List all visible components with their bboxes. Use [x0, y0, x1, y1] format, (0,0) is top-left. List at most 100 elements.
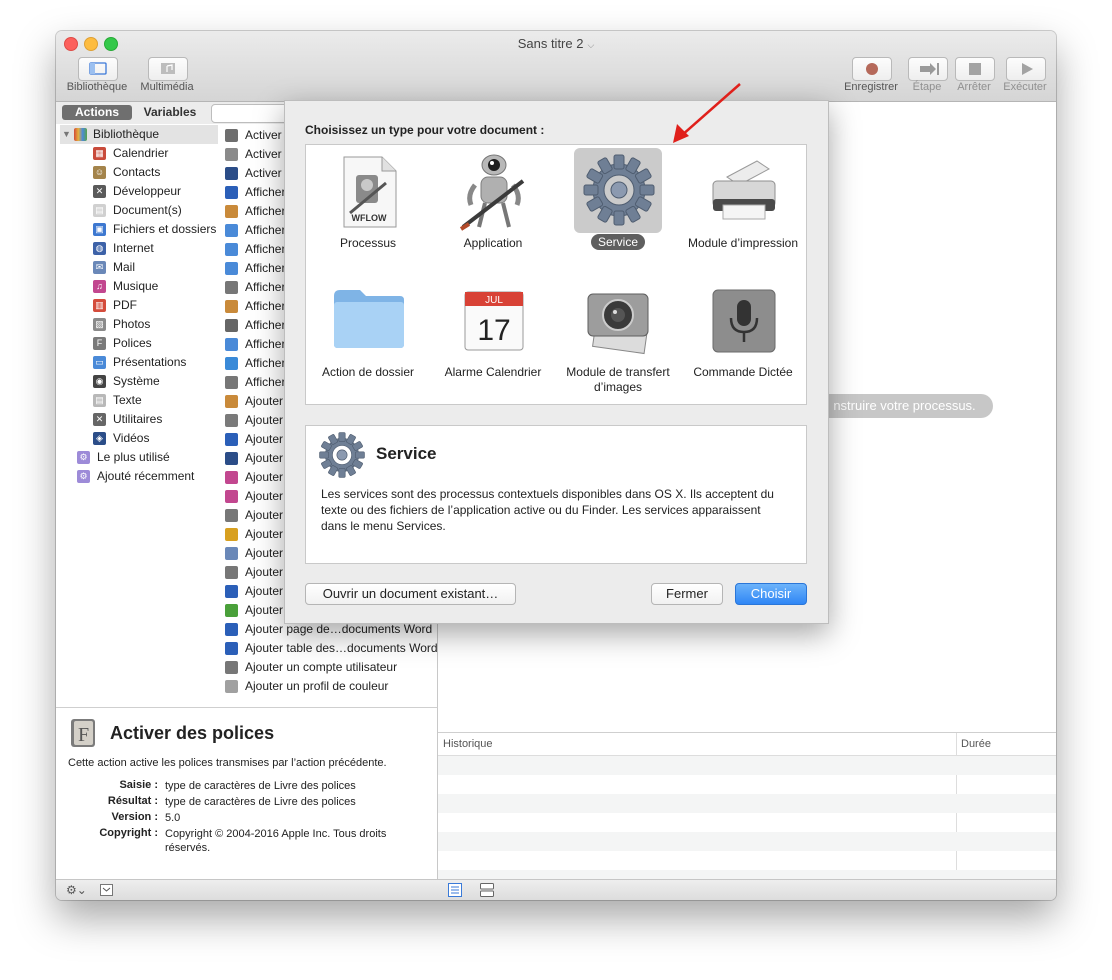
sidebar-item-label: Fichiers et dossiers [113, 222, 217, 236]
sidebar-item[interactable]: F Polices [56, 334, 216, 353]
sidebar-item[interactable]: ◈ Vidéos [56, 429, 216, 448]
smart-folder-icon: ⚙ [77, 470, 90, 483]
action-icon [225, 338, 238, 351]
action-item-label: Ajouter [245, 508, 284, 522]
type-print-plugin[interactable]: Module d’impression [681, 145, 805, 273]
microphone-icon [712, 289, 776, 353]
printer-icon [712, 160, 776, 220]
action-item-label: Afficher [245, 223, 286, 237]
document-type-grid: WFLOW Processus Application Service Modu… [305, 144, 807, 405]
type-label: Module d’impression [687, 236, 799, 250]
history-column[interactable]: Historique [443, 738, 493, 750]
stop-icon [969, 63, 981, 75]
meta-key-version: Version : [111, 811, 158, 823]
window-title[interactable]: Sans titre 2 ⌵ [56, 36, 1056, 51]
sidebar-item[interactable]: ▭ Présentations [56, 353, 216, 372]
type-label: Alarme Calendrier [444, 365, 542, 379]
sidebar-item-library[interactable]: ▼ Bibliothèque [60, 125, 218, 144]
tab-variables[interactable]: Variables [134, 105, 206, 120]
svg-text:17: 17 [477, 314, 510, 347]
type-calendar-alarm[interactable]: JUL 17 Alarme Calendrier [431, 274, 555, 402]
action-icon [225, 509, 238, 522]
automator-robot-icon [459, 154, 525, 231]
action-item[interactable]: Ajouter table des…documents Word [219, 639, 437, 658]
category-icon: ▭ [93, 356, 106, 369]
list-view-icon[interactable] [448, 883, 462, 897]
duration-column[interactable]: Durée [961, 738, 991, 750]
gear-menu-icon[interactable]: ⚙︎⌄ [66, 883, 87, 897]
sidebar-item[interactable]: ▤ Document(s) [56, 201, 216, 220]
sidebar-item[interactable]: ✕ Utilitaires [56, 410, 216, 429]
type-image-capture-plugin[interactable]: Module de transfert d’images [556, 274, 680, 402]
choose-button[interactable]: Choisir [735, 583, 807, 605]
step-button[interactable] [908, 57, 948, 81]
type-label: Application [463, 236, 523, 250]
split-view-icon[interactable] [480, 883, 494, 897]
action-item-label: Ajouter [245, 413, 284, 427]
action-item-label: Ajouter [245, 584, 284, 598]
history-log: Historique Durée [438, 732, 1056, 880]
library-books-icon [74, 128, 87, 141]
sidebar-item-label: Le plus utilisé [97, 450, 170, 464]
sidebar-item[interactable]: ▧ Photos [56, 315, 216, 334]
action-icon [225, 452, 238, 465]
run-button[interactable] [1006, 57, 1046, 81]
sidebar-item[interactable]: ▦ Calendrier [56, 144, 216, 163]
action-item-label: Afficher [245, 280, 286, 294]
action-icon [225, 281, 238, 294]
type-folder-action[interactable]: Action de dossier [306, 274, 430, 402]
sidebar-item-label: Bibliothèque [93, 127, 160, 141]
sidebar-item-label: Développeur [113, 184, 182, 198]
library-panel: ▼ Bibliothèque ▦ Calendrier ☺ Contacts ✕ Dévelo… [56, 124, 220, 707]
gear-icon [583, 154, 655, 226]
action-icon [225, 490, 238, 503]
action-item[interactable]: Ajouter un profil de couleur [219, 677, 435, 696]
record-button[interactable] [852, 57, 892, 81]
history-row [438, 832, 1056, 851]
bottom-bar: ⚙︎⌄ [56, 879, 1056, 900]
category-icon: ☺ [93, 166, 106, 179]
run-label: Exécuter [1003, 81, 1047, 93]
sidebar-item[interactable]: ▤ Texte [56, 391, 216, 410]
action-item-label: Afficher [245, 242, 286, 256]
close-button[interactable]: Fermer [651, 583, 723, 605]
sidebar-item[interactable]: ▥ PDF [56, 296, 216, 315]
smart-group-item[interactable]: ⚙ Le plus utilisé [56, 448, 216, 467]
type-application[interactable]: Application [431, 145, 555, 273]
description-toggle-icon[interactable] [100, 884, 113, 896]
library-toggle-button[interactable] [78, 57, 118, 81]
category-icon: ◉ [93, 375, 106, 388]
sidebar-item-label: Musique [113, 279, 159, 293]
sidebar-item[interactable]: ◉ Système [56, 372, 216, 391]
open-existing-button[interactable]: Ouvrir un document existant… [305, 583, 516, 605]
sidebar-item[interactable]: ◍ Internet [56, 239, 216, 258]
sidebar-item[interactable]: ♫ Musique [56, 277, 216, 296]
disclosure-triangle-icon[interactable]: ▼ [62, 125, 71, 144]
type-dictation-command[interactable]: Commande Dictée [681, 274, 805, 402]
sidebar-item[interactable]: ✕ Développeur [56, 182, 216, 201]
sidebar-item[interactable]: ✉ Mail [56, 258, 216, 277]
workflow-hint: nstruire votre processus. [816, 394, 993, 418]
type-service[interactable]: Service [556, 145, 680, 273]
sidebar-item-label: Photos [113, 317, 151, 331]
svg-text:WFLOW: WFLOW [352, 213, 387, 223]
smart-group-item[interactable]: ⚙ Ajouté récemment [56, 467, 216, 486]
action-item[interactable]: Ajouter un compte utilisateur [219, 658, 435, 677]
record-label: Enregistrer [844, 81, 898, 93]
media-button[interactable] [148, 57, 188, 81]
action-icon [225, 623, 238, 636]
action-item-label: Ajouter un compte utilisateur [245, 660, 398, 674]
sidebar-item[interactable]: ☺ Contacts [56, 163, 216, 182]
tab-actions[interactable]: Actions [62, 105, 132, 120]
stop-button[interactable] [955, 57, 995, 81]
sidebar-item[interactable]: ▣ Fichiers et dossiers [56, 220, 216, 239]
meta-value-copyright: Copyright © 2004-2016 Apple Inc. Tous dr… [165, 828, 387, 854]
action-item-label: Afficher [245, 318, 286, 332]
sidebar-item-label: Document(s) [113, 203, 182, 217]
type-processus[interactable]: WFLOW Processus [306, 145, 430, 273]
info-title: Service [376, 444, 437, 463]
action-item-label: Ajouter [245, 394, 284, 408]
info-text: Les services sont des processus contextu… [321, 487, 774, 533]
action-icon [225, 395, 238, 408]
sidebar-item-label: Contacts [113, 165, 161, 179]
